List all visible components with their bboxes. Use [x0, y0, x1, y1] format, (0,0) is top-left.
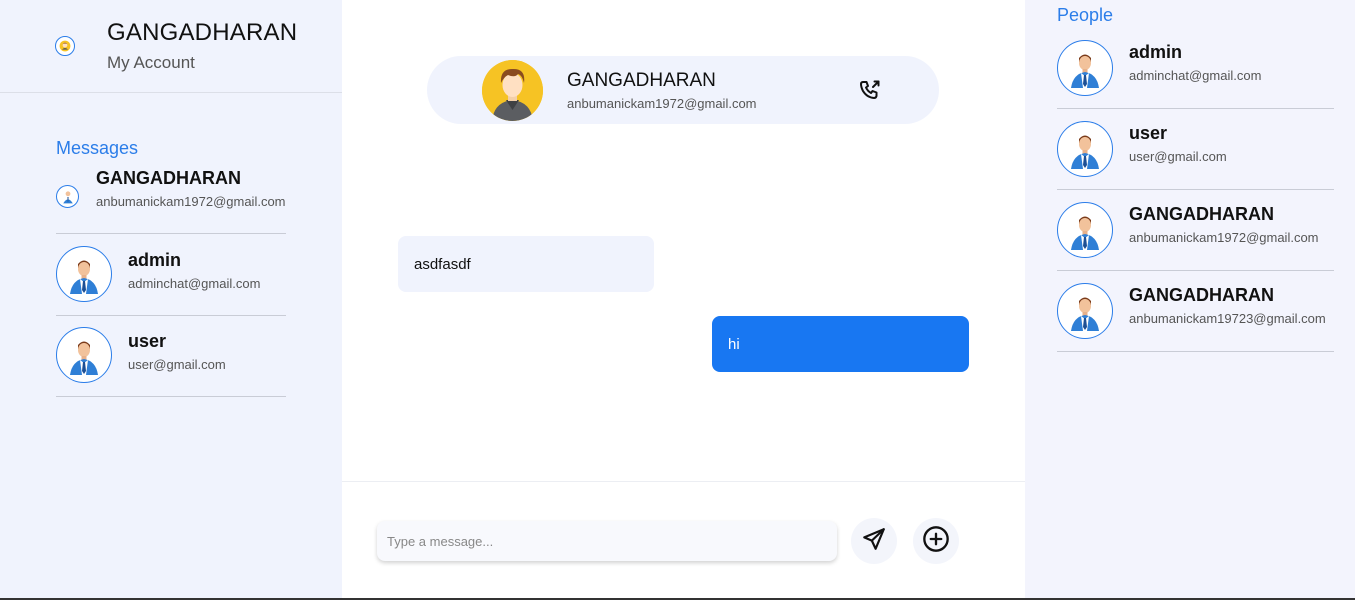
chat-contact-email: anbumanickam1972@gmail.com — [567, 96, 757, 111]
contact-name: GANGADHARAN — [96, 168, 241, 188]
person-name: GANGADHARAN — [1129, 204, 1274, 224]
person-email: anbumanickam19723@gmail.com — [1129, 311, 1326, 326]
send-icon — [861, 526, 887, 557]
send-button[interactable] — [851, 518, 897, 564]
message-contact-item[interactable]: user user@gmail.com — [56, 315, 286, 397]
businessman-avatar-icon — [56, 246, 112, 302]
businessman-avatar-icon — [56, 327, 112, 383]
user-avatar-icon — [482, 60, 543, 121]
person-name: GANGADHARAN — [1129, 285, 1274, 305]
message-contact-item[interactable]: admin adminchat@gmail.com — [56, 234, 286, 316]
my-account-label[interactable]: My Account — [107, 53, 195, 73]
message-text: asdfasdf — [414, 255, 471, 273]
my-account-header[interactable]: GANGADHARAN My Account — [0, 0, 342, 93]
outgoing-message-bubble: hi — [712, 316, 969, 372]
people-list-item[interactable]: GANGADHARAN anbumanickam1972@gmail.com — [1057, 190, 1334, 271]
person-name: user — [1129, 123, 1168, 143]
businessman-avatar-icon — [1057, 202, 1113, 258]
contact-name: user — [128, 331, 167, 351]
contact-email: anbumanickam1972@gmail.com — [96, 194, 286, 209]
person-email: anbumanickam1972@gmail.com — [1129, 230, 1319, 245]
people-list-item[interactable]: admin adminchat@gmail.com — [1057, 28, 1334, 109]
contact-email: user@gmail.com — [128, 357, 226, 372]
account-name: GANGADHARAN — [107, 19, 298, 46]
incoming-message-bubble: asdfasdf — [398, 236, 654, 292]
message-input[interactable] — [377, 521, 837, 561]
add-attachment-button[interactable] — [913, 518, 959, 564]
people-title: People — [1057, 5, 1114, 25]
businessman-avatar-icon — [1057, 283, 1113, 339]
contact-email: adminchat@gmail.com — [128, 276, 261, 291]
user-avatar-icon — [55, 36, 75, 56]
message-text: hi — [728, 335, 740, 353]
user-avatar-icon — [56, 185, 79, 208]
left-sidebar: GANGADHARAN My Account Messages GANGADHA… — [0, 0, 342, 600]
message-contact-item[interactable]: GANGADHARAN anbumanickam1972@gmail.com — [56, 152, 286, 234]
people-list-item[interactable]: GANGADHARAN anbumanickam19723@gmail.com — [1057, 271, 1334, 352]
chat-header: GANGADHARAN anbumanickam1972@gmail.com — [427, 56, 939, 124]
person-email: adminchat@gmail.com — [1129, 68, 1262, 83]
people-panel: People admin adminchat@gmail.com user us… — [1025, 0, 1355, 600]
chat-panel: GANGADHARAN anbumanickam1972@gmail.com a… — [342, 0, 1025, 600]
plus-circle-icon — [922, 525, 950, 558]
contact-name: admin — [128, 250, 182, 270]
phone-call-icon[interactable] — [858, 78, 882, 102]
chat-contact-name: GANGADHARAN — [567, 70, 716, 91]
person-name: admin — [1129, 42, 1183, 62]
businessman-avatar-icon — [1057, 121, 1113, 177]
businessman-avatar-icon — [1057, 40, 1113, 96]
person-email: user@gmail.com — [1129, 149, 1227, 164]
people-list-item[interactable]: user user@gmail.com — [1057, 109, 1334, 190]
message-composer — [342, 481, 1025, 600]
